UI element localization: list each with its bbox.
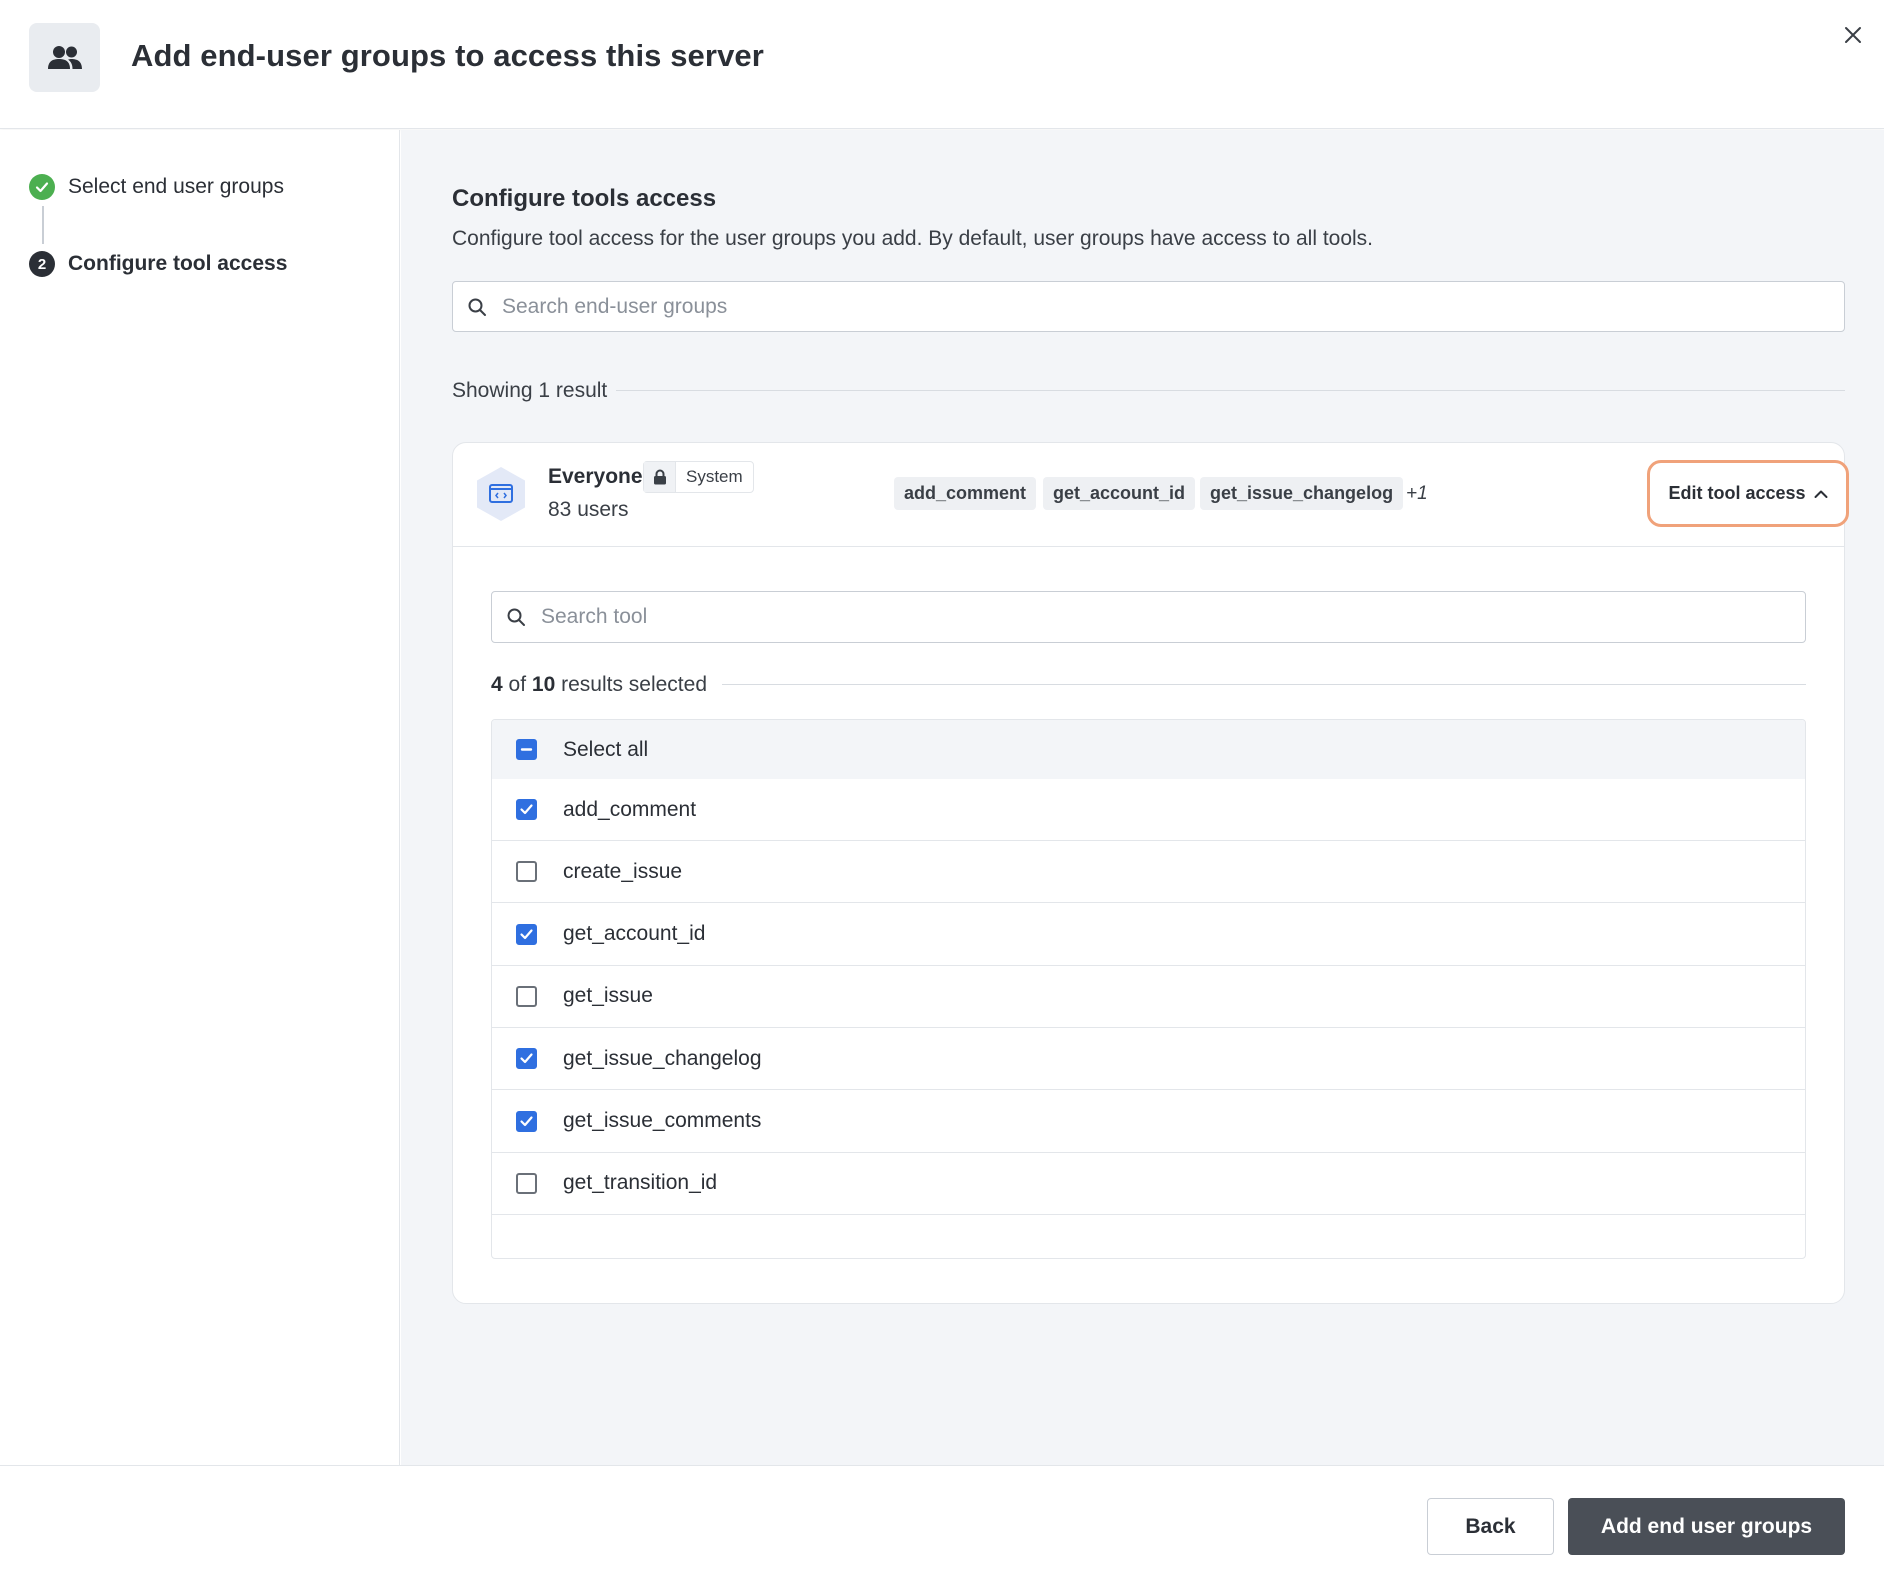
unchecked-checkbox[interactable] bbox=[516, 985, 537, 1007]
tool-row[interactable]: get_issue_changelog bbox=[492, 1028, 1805, 1091]
tool-label: create_issue bbox=[563, 859, 683, 883]
search-icon bbox=[505, 606, 527, 628]
selected-count: 4 of 10 results selected bbox=[491, 673, 707, 697]
selected-of: of bbox=[508, 673, 527, 696]
tool-list[interactable]: Select all add_comment create_issue get_ac… bbox=[491, 719, 1806, 1259]
edit-tool-access-label: Edit tool access bbox=[1668, 483, 1806, 503]
edit-tool-access-button[interactable]: Edit tool access bbox=[1647, 460, 1849, 527]
checked-checkbox[interactable] bbox=[516, 799, 537, 820]
selected-suffix: results selected bbox=[561, 673, 707, 696]
divider bbox=[616, 390, 1845, 391]
total-number: 10 bbox=[531, 673, 556, 696]
step-connector bbox=[42, 206, 44, 244]
chevron-up-icon bbox=[1814, 489, 1828, 499]
divider bbox=[722, 684, 1806, 685]
tool-row[interactable]: get_issue bbox=[492, 965, 1805, 1028]
group-user-count: 83 users bbox=[548, 498, 629, 521]
tool-label: get_issue_comments bbox=[563, 1109, 762, 1132]
stepper-sidebar bbox=[0, 130, 400, 1465]
tool-label: get_issue bbox=[563, 984, 653, 1008]
tool-row[interactable]: get_account_id bbox=[492, 903, 1805, 966]
unchecked-checkbox[interactable] bbox=[516, 861, 537, 883]
check-circle-icon bbox=[29, 174, 55, 200]
step-label: Select end user groups bbox=[68, 175, 284, 198]
unchecked-checkbox[interactable] bbox=[516, 1172, 537, 1194]
users-icon bbox=[29, 23, 100, 92]
tool-tag: get_issue_changelog bbox=[1200, 477, 1404, 510]
modal-title: Add end-user groups to access this serve… bbox=[131, 38, 764, 73]
search-icon bbox=[466, 296, 488, 318]
tool-row[interactable]: get_transition_id bbox=[492, 1152, 1805, 1215]
tool-search-input[interactable] bbox=[541, 592, 1805, 642]
tool-label: get_issue_changelog bbox=[563, 1046, 762, 1070]
tool-label: add_comment bbox=[563, 797, 697, 821]
add-end-user-groups-button[interactable]: Add end user groups bbox=[1568, 1498, 1845, 1555]
system-badge: System bbox=[643, 461, 754, 493]
lock-icon bbox=[644, 462, 676, 492]
tool-tag: get_account_id bbox=[1043, 477, 1196, 510]
select-all-label: Select all bbox=[563, 737, 649, 761]
tool-label: get_account_id bbox=[563, 922, 706, 946]
tool-search-box[interactable] bbox=[491, 591, 1806, 643]
system-badge-label: System bbox=[686, 467, 743, 486]
group-avatar-icon bbox=[474, 465, 528, 523]
close-icon[interactable] bbox=[1838, 20, 1868, 50]
step-number-badge: 2 bbox=[29, 251, 55, 277]
checked-checkbox[interactable] bbox=[516, 923, 537, 945]
select-all-row[interactable]: Select all bbox=[492, 720, 1805, 779]
back-button[interactable]: Back bbox=[1427, 1498, 1554, 1555]
tool-label: get_transition_id bbox=[563, 1171, 718, 1195]
indeterminate-checkbox[interactable] bbox=[516, 739, 537, 760]
group-name: Everyone bbox=[548, 465, 643, 488]
selected-number: 4 bbox=[491, 673, 503, 696]
step-select-groups[interactable]: Select end user groups bbox=[29, 174, 284, 200]
section-title: Configure tools access bbox=[452, 185, 717, 212]
modal-header: Add end-user groups to access this serve… bbox=[0, 0, 1884, 129]
results-count: Showing 1 result bbox=[452, 379, 608, 402]
tool-row[interactable]: get_issue_comments bbox=[492, 1090, 1805, 1153]
step-configure-tools[interactable]: 2 Configure tool access bbox=[29, 251, 287, 277]
divider bbox=[453, 546, 1844, 547]
tool-row[interactable]: add_comment bbox=[492, 779, 1805, 841]
more-tags-count: +1 bbox=[1406, 483, 1428, 504]
group-search-box[interactable] bbox=[452, 281, 1845, 332]
group-search-input[interactable] bbox=[502, 282, 1844, 331]
tool-tag: add_comment bbox=[894, 477, 1037, 510]
tool-row[interactable]: create_issue bbox=[492, 841, 1805, 904]
step-label: Configure tool access bbox=[68, 252, 288, 275]
checked-checkbox[interactable] bbox=[516, 1110, 537, 1132]
section-description: Configure tool access for the user group… bbox=[452, 227, 1374, 250]
checked-checkbox[interactable] bbox=[516, 1048, 537, 1070]
